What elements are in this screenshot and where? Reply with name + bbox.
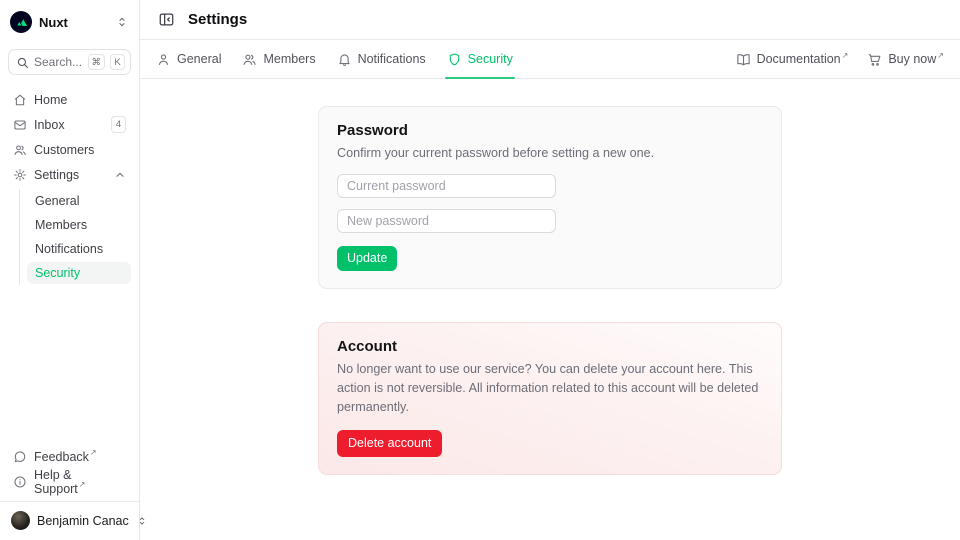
sub-item-label: General [35,194,79,208]
tab-label: Security [468,52,513,66]
password-card-title: Password [337,122,763,139]
external-link-icon: ↗ [90,448,97,457]
link-label: Documentation↗ [757,52,849,66]
tab-label: Members [263,52,315,66]
tab-bar: General Members Notifications Security D… [140,40,960,79]
sidebar-item-label: Customers [34,143,94,157]
panel-left-close-icon [158,11,175,28]
page-title: Settings [188,11,247,28]
search-icon [16,56,29,69]
account-card-description: No longer want to use our service? You c… [337,360,763,417]
current-password-field[interactable] [337,174,556,198]
kbd-k: K [110,54,125,70]
external-link-icon: ↗ [842,51,849,60]
home-icon [13,93,27,107]
avatar [11,511,30,530]
page-content: Password Confirm your current password b… [140,79,960,540]
info-icon [13,475,27,489]
sidebar-item-label: Feedback↗ [34,450,97,464]
sidebar-item-home[interactable]: Home [8,88,131,111]
users-icon [13,143,27,157]
user-name: Benjamin Canac [37,514,129,528]
book-open-icon [736,52,751,67]
sidebar-item-settings[interactable]: Settings [8,163,131,186]
nuxt-logo-icon [10,11,32,33]
password-card: Password Confirm your current password b… [318,106,782,289]
account-card-title: Account [337,338,763,355]
delete-account-button[interactable]: Delete account [337,430,442,457]
sidebar-spacer [8,285,131,445]
bell-icon [337,52,352,67]
sidebar-item-label: Settings [34,168,79,182]
tab-security[interactable]: Security [447,40,513,78]
sidebar-item-general[interactable]: General [27,190,131,212]
inbox-count-badge: 4 [111,116,126,132]
tab-label: General [177,52,221,66]
chevron-up-icon [114,169,126,181]
sidebar-item-label: Inbox [34,118,65,132]
tab-label: Notifications [358,52,426,66]
sidebar-item-customers[interactable]: Customers [8,138,131,161]
update-password-button[interactable]: Update [337,246,397,271]
documentation-link[interactable]: Documentation↗ [736,52,849,67]
sidebar-item-members[interactable]: Members [27,214,131,236]
account-card: Account No longer want to use our servic… [318,322,782,475]
sidebar-item-security[interactable]: Security [27,262,131,284]
settings-subnav: General Members Notifications Security [19,189,131,285]
user-icon [156,52,171,67]
sidebar-item-label: Help & Support↗ [34,468,126,496]
sidebar-item-label: Home [34,93,67,107]
collapse-sidebar-button[interactable] [156,9,177,30]
gear-icon [13,168,27,182]
kbd-meta: ⌘ [88,54,106,70]
user-menu[interactable]: Benjamin Canac [8,502,131,532]
tab-notifications[interactable]: Notifications [337,40,426,78]
chevron-up-down-icon [115,15,129,29]
tab-members[interactable]: Members [242,40,315,78]
sidebar-item-inbox[interactable]: Inbox 4 [8,113,131,136]
app-root: Nuxt Search... ⌘ K Home Inbox 4 Cust [0,0,960,540]
external-link-icon: ↗ [937,51,944,60]
search-placeholder: Search... [34,55,83,69]
new-password-field[interactable] [337,209,556,233]
workspace-switcher[interactable]: Nuxt [8,8,131,36]
tab-general[interactable]: General [156,40,221,78]
password-card-description: Confirm your current password before set… [337,144,763,163]
chat-bubble-icon [13,450,27,464]
search-input[interactable]: Search... ⌘ K [8,49,131,75]
shield-icon [447,52,462,67]
sidebar-item-feedback[interactable]: Feedback↗ [8,445,131,468]
sidebar-item-help-support[interactable]: Help & Support↗ [8,470,131,493]
main-area: Settings General Members Notifications S… [140,0,960,540]
link-label: Buy now↗ [888,52,944,66]
sub-item-label: Members [35,218,87,232]
users-icon [242,52,257,67]
sidebar-item-notifications[interactable]: Notifications [27,238,131,260]
tab-bar-actions: Documentation↗ Buy now↗ [736,52,944,67]
sub-item-label: Security [35,266,80,280]
sidebar-footer-nav: Feedback↗ Help & Support↗ [8,445,131,493]
cart-icon [867,52,882,67]
sidebar-nav: Home Inbox 4 Customers Settings General [8,88,131,285]
inbox-icon [13,118,27,132]
external-link-icon: ↗ [79,480,86,489]
sub-item-label: Notifications [35,242,103,256]
workspace-name: Nuxt [39,15,108,30]
sidebar: Nuxt Search... ⌘ K Home Inbox 4 Cust [0,0,140,540]
buy-now-link[interactable]: Buy now↗ [867,52,944,67]
page-header: Settings [140,0,960,40]
